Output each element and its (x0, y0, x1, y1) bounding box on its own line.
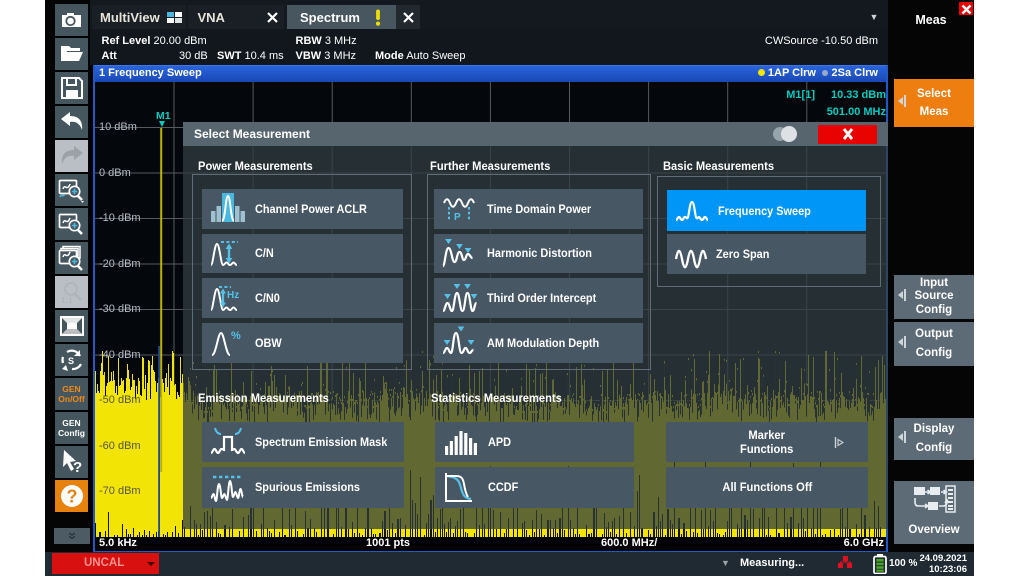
svg-text:1:1: 1:1 (61, 296, 73, 305)
svg-text:?: ? (66, 487, 77, 507)
svg-text:P: P (454, 212, 461, 223)
svg-text:%: % (231, 330, 241, 342)
svg-text:?: ? (73, 459, 82, 476)
svg-text:S: S (68, 356, 74, 366)
svg-text:Hz: Hz (227, 290, 239, 301)
